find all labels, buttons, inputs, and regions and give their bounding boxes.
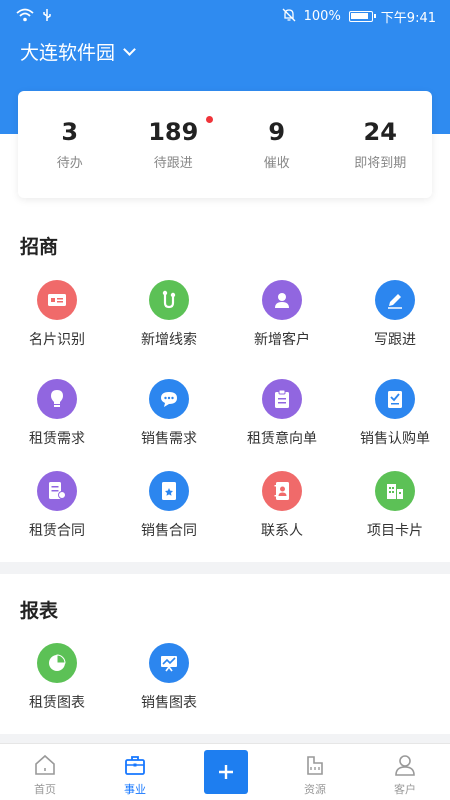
sales-contract-icon: [149, 471, 189, 511]
grid-label: 新增线索: [141, 332, 197, 348]
building-card-icon: [375, 471, 415, 511]
briefcase-icon: [122, 752, 148, 778]
stat-label: 催收: [263, 156, 290, 171]
grid-item-lease-chart[interactable]: 租赁图表: [1, 643, 113, 712]
stat-label: 即将到期: [354, 156, 407, 171]
grid-label: 销售图表: [141, 695, 197, 711]
stat-expiring[interactable]: 24 即将到期: [329, 91, 433, 198]
grid-label: 联系人: [261, 523, 303, 539]
checklist-icon: [375, 379, 415, 419]
section-title-invest: 招商: [20, 236, 59, 258]
line-chart-icon: [149, 643, 189, 683]
grid-label: 租赁需求: [29, 431, 85, 447]
stat-collection[interactable]: 9 催收: [225, 91, 329, 198]
stat-value: 9: [268, 118, 286, 146]
grid-label: 项目卡片: [367, 523, 423, 539]
nav-resources[interactable]: 资源: [270, 744, 360, 797]
clipboard-icon: [262, 379, 302, 419]
stat-follow-up[interactable]: 189 待跟进: [122, 91, 226, 198]
stat-label: 待跟进: [153, 156, 193, 171]
bottom-nav: 首页 事业 资源 客户: [0, 743, 450, 800]
grid-item-business-card[interactable]: 名片识别: [1, 280, 113, 349]
grid-item-sales-chart[interactable]: 销售图表: [113, 643, 225, 712]
add-customer-icon: [262, 280, 302, 320]
nav-customers[interactable]: 客户: [360, 744, 450, 797]
usb-icon: [42, 8, 52, 26]
grid-item-sales-subscription[interactable]: 销售认购单: [339, 379, 450, 448]
grid-label: 新增客户: [254, 332, 310, 348]
grid-item-new-clue[interactable]: 新增线索: [113, 280, 225, 349]
chat-icon: [149, 379, 189, 419]
lease-contract-icon: [37, 471, 77, 511]
grid-item-lease-demand[interactable]: 租赁需求: [1, 379, 113, 448]
grid-label: 租赁图表: [29, 695, 85, 711]
customer-icon: [392, 752, 418, 778]
status-bar: 100% 下午9:41: [0, 0, 450, 32]
stat-label: 待办: [56, 156, 83, 171]
clue-icon: [149, 280, 189, 320]
stat-value: 24: [363, 118, 397, 146]
stat-value: 3: [61, 118, 79, 146]
grid-item-sales-demand[interactable]: 销售需求: [113, 379, 225, 448]
section-title-reports: 报表: [20, 600, 59, 622]
battery-icon: [348, 11, 376, 22]
nav-label: 客户: [394, 783, 416, 796]
grid-label: 销售认购单: [360, 431, 430, 447]
grid-item-project-card[interactable]: 项目卡片: [339, 471, 450, 540]
grid-label: 写跟进: [374, 332, 416, 348]
nav-home[interactable]: 首页: [0, 744, 90, 797]
mute-bell-icon: [282, 8, 296, 26]
grid-label: 租赁合同: [29, 523, 85, 539]
contacts-icon: [262, 471, 302, 511]
grid-item-contacts[interactable]: 联系人: [226, 471, 338, 540]
nav-label: 事业: [124, 783, 146, 796]
plus-icon: [219, 765, 233, 779]
grid-item-lease-contract[interactable]: 租赁合同: [1, 471, 113, 540]
wifi-icon: [16, 8, 34, 26]
nav-label: 首页: [34, 783, 56, 796]
grid-item-lease-intent[interactable]: 租赁意向单: [226, 379, 338, 448]
stats-card: 3 待办 189 待跟进 9 催收 24 即将到期: [18, 91, 432, 198]
grid-item-sales-contract[interactable]: 销售合同: [113, 471, 225, 540]
resource-icon: [302, 752, 328, 778]
clock: 下午9:41: [380, 11, 436, 26]
chevron-down-icon: [123, 42, 136, 56]
pencil-icon: [375, 280, 415, 320]
nav-label: 资源: [304, 783, 326, 796]
grid-item-write-follow-up[interactable]: 写跟进: [339, 280, 450, 349]
bulb-icon: [37, 379, 77, 419]
grid-label: 名片识别: [29, 332, 85, 348]
grid-item-new-customer[interactable]: 新增客户: [226, 280, 338, 349]
grid-label: 租赁意向单: [247, 431, 317, 447]
home-icon: [32, 752, 58, 778]
business-card-icon: [37, 280, 77, 320]
notification-dot: [205, 116, 213, 123]
park-name: 大连软件园: [20, 42, 116, 64]
nav-business[interactable]: 事业: [90, 744, 180, 797]
park-selector[interactable]: 大连软件园: [20, 38, 136, 65]
add-button[interactable]: [204, 750, 248, 794]
grid-label: 销售合同: [141, 523, 197, 539]
stat-todo[interactable]: 3 待办: [18, 91, 122, 198]
pie-chart-icon: [37, 643, 77, 683]
battery-percent: 100%: [303, 9, 341, 24]
grid-label: 销售需求: [141, 431, 197, 447]
